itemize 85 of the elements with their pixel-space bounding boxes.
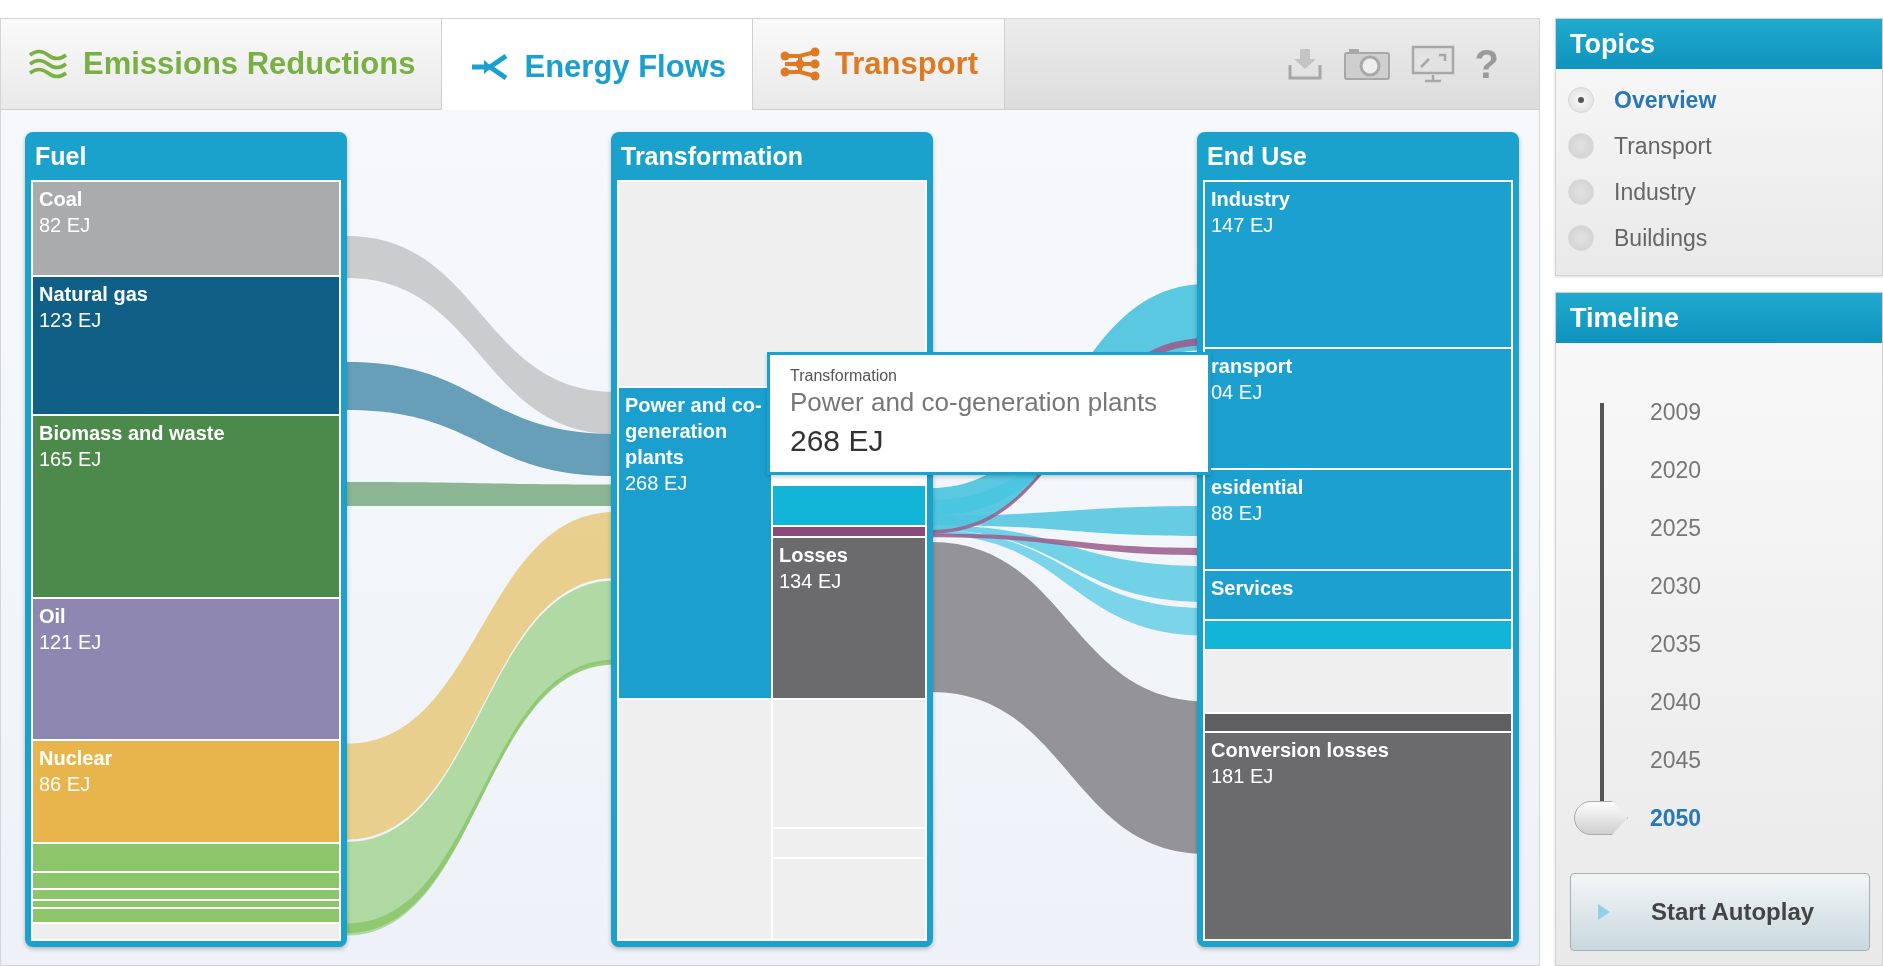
column-title: Fuel [34, 140, 88, 172]
node-label: Biomass and waste [39, 421, 226, 447]
flow-node[interactable] [1205, 713, 1511, 731]
node-value: 04 EJ [1211, 380, 1264, 406]
year-label[interactable]: 2040 [1650, 673, 1702, 731]
tooltip-title: Power and co-generation plants [790, 387, 1159, 418]
flow-node[interactable] [33, 901, 339, 907]
radio-button[interactable] [1568, 179, 1594, 205]
node-value: 121 EJ [39, 629, 103, 655]
flow-node[interactable]: Industry 147 EJ [1205, 182, 1511, 348]
year-label[interactable]: 2025 [1650, 499, 1702, 557]
topic-label: Industry [1614, 178, 1696, 206]
column-title: Transformation [620, 140, 804, 172]
flow-node[interactable]: ransport 04 EJ [1205, 349, 1511, 468]
flow-node[interactable] [773, 486, 925, 525]
flow-node[interactable] [33, 908, 339, 923]
node-value: 134 EJ [779, 569, 843, 595]
presentation-screen-icon[interactable] [1410, 45, 1455, 83]
node-label: Coal [39, 187, 84, 212]
topic-option[interactable]: Overview [1568, 81, 1870, 119]
radio-button[interactable] [1568, 87, 1594, 113]
tab[interactable]: Emissions Reductions [1, 19, 443, 109]
flow-node[interactable]: Services [1205, 570, 1511, 619]
year-label[interactable]: 2045 [1650, 731, 1702, 789]
node-label: Industry [1211, 187, 1291, 212]
panel-header: Topics [1556, 19, 1882, 69]
node-label: Conversion losses [1211, 737, 1390, 763]
flow-node[interactable]: Natural gas 123 EJ [33, 276, 339, 415]
node-label: esidential [1211, 474, 1305, 500]
node-label: Services [1211, 575, 1295, 601]
node-label: Nuclear [39, 745, 114, 771]
flow-node[interactable] [773, 526, 925, 537]
node-value: 123 EJ [39, 307, 103, 333]
year-label[interactable]: 2009 [1650, 383, 1702, 441]
connected-nodes-icon [779, 47, 821, 81]
node-label: Natural gas [39, 281, 149, 307]
year-label[interactable]: 2050 [1650, 789, 1702, 847]
node-value: 181 EJ [1211, 763, 1275, 789]
node-value: 82 EJ [39, 213, 92, 238]
tab[interactable]: Transport [753, 19, 1005, 109]
node-value: 147 EJ [1211, 213, 1275, 238]
node-label: Losses [779, 543, 849, 569]
column-title: End Use [1206, 140, 1309, 172]
flow-node[interactable] [619, 699, 771, 939]
node-label: ransport [1211, 354, 1294, 380]
flow-node[interactable] [773, 699, 925, 827]
help-icon[interactable]: ? [1474, 41, 1499, 87]
tooltip-value: 268 EJ [790, 424, 885, 458]
node-value: 165 EJ [39, 447, 103, 473]
flow-node[interactable] [33, 890, 339, 900]
flow-node[interactable]: Conversion losses 181 EJ [1205, 732, 1511, 939]
node-label: Oil [39, 603, 67, 629]
topic-label: Overview [1614, 86, 1717, 114]
node-value: 86 EJ [39, 771, 92, 797]
waves-icon [27, 47, 69, 81]
radio-button[interactable] [1568, 225, 1594, 251]
radio-button[interactable] [1568, 133, 1594, 159]
flow-node[interactable]: Oil 121 EJ [33, 598, 339, 739]
node-value: 88 EJ [1211, 500, 1264, 526]
autoplay-button[interactable]: Start Autoplay [1570, 873, 1870, 951]
flow-node[interactable] [33, 844, 339, 872]
panel-header: Timeline [1556, 293, 1882, 343]
tab[interactable]: Energy Flows [442, 19, 753, 110]
flow-node[interactable] [1205, 620, 1511, 650]
topic-label: Transport [1614, 132, 1712, 160]
year-label[interactable]: 2020 [1650, 441, 1702, 499]
flow-node[interactable]: Coal 82 EJ [33, 182, 339, 275]
play-icon [1597, 903, 1611, 921]
download-icon[interactable] [1286, 47, 1323, 81]
topic-option[interactable]: Transport [1568, 127, 1870, 165]
node-value: 268 EJ [625, 470, 689, 496]
topic-option[interactable]: Buildings [1568, 219, 1870, 257]
flow-node[interactable]: Biomass and waste 165 EJ [33, 416, 339, 597]
node-label: Power and co-generation plants [625, 392, 763, 470]
topic-label: Buildings [1614, 224, 1708, 252]
flow-node[interactable]: Power and co-generation plants 268 EJ [619, 387, 771, 698]
flow-node[interactable]: esidential 88 EJ [1205, 469, 1511, 569]
year-label[interactable]: 2030 [1650, 557, 1702, 615]
topic-option[interactable]: Industry [1568, 173, 1870, 211]
camera-icon[interactable] [1342, 47, 1391, 81]
year-label[interactable]: 2035 [1650, 615, 1702, 673]
flow-node[interactable] [33, 873, 339, 889]
tooltip-category: Transformation [790, 367, 898, 385]
flow-node[interactable] [619, 182, 925, 386]
flow-node[interactable]: Losses 134 EJ [773, 538, 925, 698]
